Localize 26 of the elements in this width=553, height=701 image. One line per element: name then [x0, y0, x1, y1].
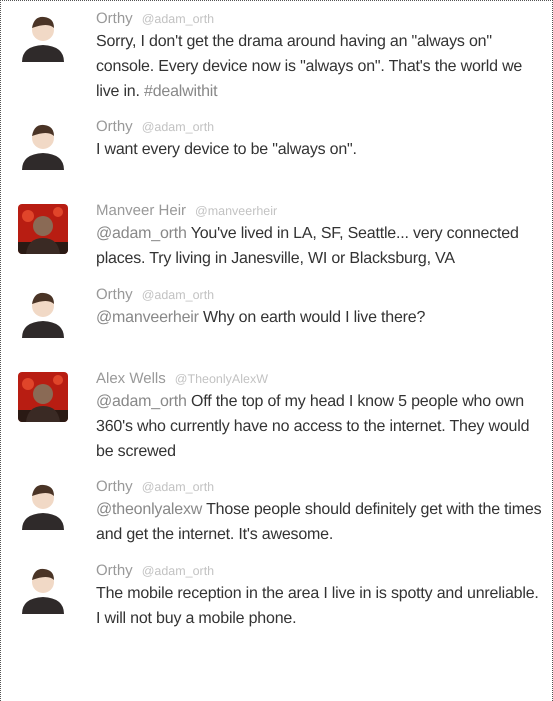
- author-handle[interactable]: @manveerheir: [195, 204, 278, 218]
- tweet-link[interactable]: @adam_orth: [96, 225, 187, 242]
- author-name[interactable]: Orthy: [96, 286, 133, 303]
- author-name[interactable]: Orthy: [96, 118, 133, 135]
- author-handle[interactable]: @adam_orth: [142, 12, 214, 26]
- tweet-text: The mobile reception in the area I live in is spotty and unreliable. I will not buy a mobile phone.: [96, 584, 540, 629]
- tweet-link[interactable]: #dealwithit: [144, 83, 218, 100]
- author-handle[interactable]: @adam_orth: [142, 480, 214, 494]
- tweet-link[interactable]: @theonlyalexw: [96, 501, 202, 518]
- author-name[interactable]: Orthy: [96, 10, 133, 27]
- author-name[interactable]: Manveer Heir: [96, 202, 186, 219]
- tweet-text: @manveerheir Why on earth would I live there?: [96, 308, 426, 328]
- author-handle[interactable]: @adam_orth: [142, 288, 214, 302]
- tweet-text: @adam_orth You've lived in LA, SF, Seattle... very connected places. Try living in Janesville, WI or Blacksburg, VA: [96, 224, 520, 269]
- tweet-text: @adam_orth Off the top of my head I know 5 people who own 360's who currently have no access to the internet. They would be screwed: [96, 392, 530, 462]
- author-name[interactable]: Alex Wells: [96, 370, 166, 387]
- author-name[interactable]: Orthy: [96, 478, 133, 495]
- author-name[interactable]: Orthy: [96, 562, 133, 579]
- author-handle[interactable]: @adam_orth: [142, 120, 214, 134]
- tweet-text: Sorry, I don't get the drama around having an "always on" console. Every device now is "always on". That's the world we live in. #dealwithit: [96, 32, 524, 102]
- tweet-text: I want every device to be "always on".: [96, 140, 358, 160]
- author-handle[interactable]: @TheonlyAlexW: [174, 372, 268, 386]
- tweet-link[interactable]: @adam_orth: [96, 393, 187, 410]
- tweet-text: @theonlyalexw Those people should definitely get with the times and get the internet. It's awesome.: [96, 500, 542, 545]
- author-handle[interactable]: @adam_orth: [142, 564, 214, 578]
- tweet-link[interactable]: @manveerheir: [96, 309, 199, 326]
